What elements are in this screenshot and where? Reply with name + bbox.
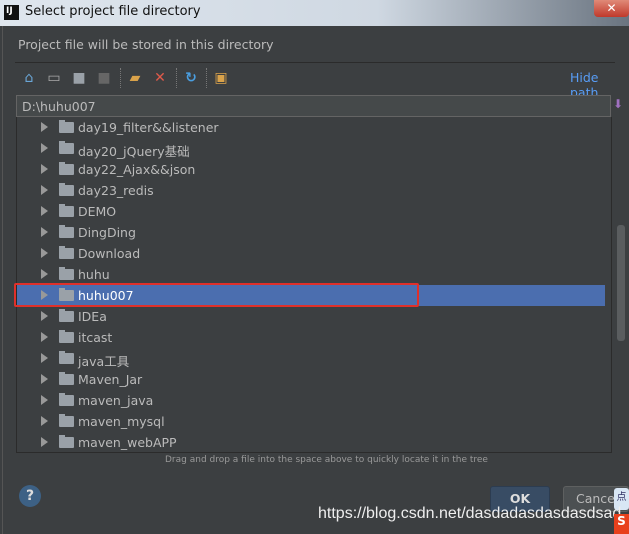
tree-item-label: DEMO xyxy=(78,204,117,219)
tree-item-label: maven_webAPP xyxy=(78,435,177,450)
show-hidden-icon[interactable]: ▣ xyxy=(212,68,230,88)
tree-item-label: Maven_Jar xyxy=(78,372,143,387)
path-input[interactable] xyxy=(16,95,611,117)
tree-item[interactable]: huhu xyxy=(17,264,605,285)
folder-icon xyxy=(59,225,74,238)
tree-item-label: java工具 xyxy=(78,354,130,369)
expand-arrow-icon[interactable] xyxy=(41,374,48,384)
expand-arrow-icon[interactable] xyxy=(41,164,48,174)
expand-arrow-icon[interactable] xyxy=(41,227,48,237)
watermark: https://blog.csdn.net/dasdadasdasdasdsad xyxy=(318,505,622,522)
tree-item-label: DingDing xyxy=(78,225,136,240)
expand-arrow-icon[interactable] xyxy=(41,248,48,258)
project-folder-icon[interactable]: ■ xyxy=(70,68,88,88)
tree-item[interactable]: day23_redis xyxy=(17,180,605,201)
expand-arrow-icon[interactable] xyxy=(41,143,48,153)
delete-icon[interactable]: ✕ xyxy=(151,68,169,88)
tree-item[interactable]: java工具 xyxy=(17,348,605,369)
folder-icon xyxy=(59,162,74,175)
folder-icon xyxy=(59,330,74,343)
expand-arrow-icon[interactable] xyxy=(41,353,48,363)
folder-icon xyxy=(59,351,74,364)
tree-item-label: day23_redis xyxy=(78,183,154,198)
folder-icon xyxy=(59,309,74,322)
home-icon[interactable]: ⌂ xyxy=(20,68,38,88)
dialog-description: Project file will be stored in this dire… xyxy=(18,37,274,52)
expand-arrow-icon[interactable] xyxy=(41,332,48,342)
expand-arrow-icon[interactable] xyxy=(41,269,48,279)
path-history-icon[interactable]: ⬇ xyxy=(613,97,625,115)
highlight-box xyxy=(14,283,419,307)
tree-item-label: Download xyxy=(78,246,141,261)
tree-item[interactable]: DingDing xyxy=(17,222,605,243)
expand-arrow-icon[interactable] xyxy=(41,206,48,216)
tree-item-label: maven_mysql xyxy=(78,414,165,429)
expand-arrow-icon[interactable] xyxy=(41,122,48,132)
tree-item[interactable]: Maven_Jar xyxy=(17,369,605,390)
tree-item-label: day22_Ajax&&json xyxy=(78,162,196,177)
toolbar-separator xyxy=(206,68,207,88)
tree-item-label: maven_java xyxy=(78,393,154,408)
folder-icon xyxy=(59,435,74,448)
tree-item[interactable]: day22_Ajax&&json xyxy=(17,159,605,180)
tree-item[interactable]: itcast xyxy=(17,327,605,348)
expand-arrow-icon[interactable] xyxy=(41,185,48,195)
toolbar-separator xyxy=(120,68,121,88)
folder-icon xyxy=(59,183,74,196)
new-folder-icon[interactable]: ▰ xyxy=(126,68,144,88)
folder-icon xyxy=(59,120,74,133)
drag-drop-hint: Drag and drop a file into the space abov… xyxy=(165,455,488,465)
folder-icon xyxy=(59,393,74,406)
expand-arrow-icon[interactable] xyxy=(41,311,48,321)
expand-arrow-icon[interactable] xyxy=(41,437,48,447)
tree-item-label: IDEa xyxy=(78,309,107,324)
sogou-ime-icon: S xyxy=(614,514,629,534)
folder-icon xyxy=(59,246,74,259)
folder-icon xyxy=(59,414,74,427)
close-button[interactable]: ✕ xyxy=(594,0,629,17)
tree-item[interactable]: DEMO xyxy=(17,201,605,222)
help-button[interactable]: ? xyxy=(19,485,41,507)
tree-item[interactable]: Download xyxy=(17,243,605,264)
divider xyxy=(15,62,615,63)
folder-icon xyxy=(59,204,74,217)
tree-item[interactable]: maven_mysql xyxy=(17,411,605,432)
intellij-logo-icon: IJ xyxy=(4,5,19,20)
tree-item[interactable]: day19_filter&&listener xyxy=(17,117,605,138)
tree-item-label: day20_jQuery基础 xyxy=(78,144,190,159)
desktop-icon[interactable]: ▭ xyxy=(45,68,63,88)
window-title: Select project file directory xyxy=(25,4,201,19)
tree-item[interactable]: maven_webAPP xyxy=(17,432,605,452)
refresh-icon[interactable]: ↻ xyxy=(182,68,200,88)
title-bar: IJ Select project file directory ✕ xyxy=(0,0,629,26)
toolbar-separator xyxy=(176,68,177,88)
scrollbar[interactable] xyxy=(617,225,625,341)
tree-item[interactable]: IDEa xyxy=(17,306,605,327)
tree-item-label: huhu xyxy=(78,267,110,282)
expand-arrow-icon[interactable] xyxy=(41,416,48,426)
tree-item-label: itcast xyxy=(78,330,113,345)
tree-item[interactable]: day20_jQuery基础 xyxy=(17,138,605,159)
folder-icon xyxy=(59,267,74,280)
module-folder-icon[interactable]: ■ xyxy=(95,68,113,88)
tree-item[interactable]: maven_java xyxy=(17,390,605,411)
expand-arrow-icon[interactable] xyxy=(41,395,48,405)
tree-item-label: day19_filter&&listener xyxy=(78,120,219,135)
folder-icon xyxy=(59,141,74,154)
folder-icon xyxy=(59,372,74,385)
